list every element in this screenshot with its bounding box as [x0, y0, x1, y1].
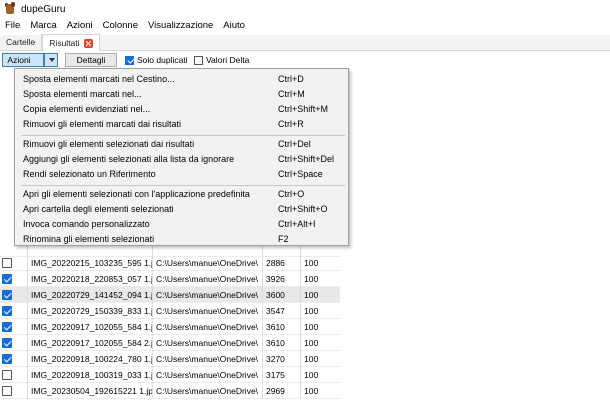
menu-item-open-default-app[interactable]: Apri gli elementi selezionati con l'appl…	[23, 187, 343, 201]
menu-item-add-to-ignore-list[interactable]: Aggiungi gli elementi selezionati alla l…	[23, 152, 343, 166]
match-score: 100	[304, 353, 319, 364]
table-row[interactable]: IMG_20220917_102055_584 2.jpg C:\Users\m…	[0, 334, 340, 351]
table-row[interactable]: IMG_20220918_100224_780 1.jpg C:\Users\m…	[0, 350, 340, 367]
menu-file[interactable]: File	[0, 18, 25, 34]
row-checkbox[interactable]	[2, 289, 12, 300]
menu-visualizzazione[interactable]: Visualizzazione	[143, 18, 218, 34]
file-path: C:\Users\manue\OneDrive\	[153, 302, 263, 319]
table-row[interactable]: IMG_20220918_100319_033 1.jpg C:\Users\m…	[0, 366, 340, 383]
tab-bar: Cartelle Risultati	[0, 34, 610, 51]
azioni-dropdown-menu: Sposta elementi marcati nel Cestino... C…	[14, 68, 349, 246]
close-icon[interactable]	[83, 38, 93, 48]
file-size: 3270	[263, 350, 301, 367]
match-score: 100	[304, 289, 319, 300]
row-checkbox[interactable]	[2, 353, 12, 364]
match-score: 100	[304, 337, 319, 348]
tab-risultati[interactable]: Risultati	[42, 34, 100, 51]
solo-duplicati-checkbox[interactable]	[125, 55, 134, 65]
match-score: 100	[304, 257, 319, 268]
file-size: 2969	[263, 382, 301, 399]
file-name: IMG_20220729_141452_094 1.jpg	[28, 286, 153, 303]
row-checkbox[interactable]	[2, 321, 12, 332]
table-row[interactable]: IMG_20220729_141452_094 1.jpg C:\Users\m…	[0, 286, 340, 303]
window-title: dupeGuru	[21, 3, 66, 15]
file-size: 3175	[263, 366, 301, 383]
file-name: IMG_20220918_100319_033 1.jpg	[28, 366, 153, 383]
valori-delta-toggle[interactable]: Valori Delta	[194, 55, 249, 65]
dettagli-button[interactable]: Dettagli	[65, 53, 117, 67]
file-name: IMG_20230504_192615221 1.jpg	[28, 382, 153, 399]
match-score: 100	[304, 305, 319, 316]
match-score: 100	[304, 385, 319, 396]
menu-azioni[interactable]: Azioni	[62, 18, 98, 34]
menu-separator	[21, 185, 345, 186]
menu-item-copy-to[interactable]: Copia elementi evidenziati nel... Ctrl+S…	[23, 102, 343, 116]
table-row[interactable]: IMG_20230504_192615221 1.jpg C:\Users\ma…	[0, 382, 340, 399]
dettagli-button-label: Dettagli	[76, 55, 106, 65]
file-size: 3610	[263, 318, 301, 335]
row-checkbox[interactable]	[2, 273, 12, 284]
file-size: 3547	[263, 302, 301, 319]
file-name: IMG_20220918_100224_780 1.jpg	[28, 350, 153, 367]
tab-cartelle-label: Cartelle	[6, 37, 36, 47]
file-name: IMG_20220917_102055_584 1.jpg	[28, 318, 153, 335]
menu-item-move-to-trash[interactable]: Sposta elementi marcati nel Cestino... C…	[23, 72, 343, 86]
file-name: IMG_20220215_103235_595 1.jpg	[28, 254, 153, 271]
azioni-button[interactable]: Azioni	[2, 53, 44, 67]
match-score: 100	[304, 273, 319, 284]
file-name: IMG_20220729_150339_833 1.jpg	[28, 302, 153, 319]
menu-item-make-reference[interactable]: Rendi selezionato un Riferimento Ctrl+Sp…	[23, 167, 343, 181]
row-checkbox[interactable]	[2, 305, 12, 316]
file-path: C:\Users\manue\OneDrive\	[153, 382, 263, 399]
table-row[interactable]: IMG_20220215_103235_595 1.jpg C:\Users\m…	[0, 254, 340, 271]
file-size: 2886	[263, 254, 301, 271]
row-checkbox[interactable]	[2, 337, 12, 348]
menu-item-remove-marked[interactable]: Rimuovi gli elementi marcati dai risulta…	[23, 117, 343, 131]
valori-delta-checkbox[interactable]	[194, 55, 203, 65]
file-path: C:\Users\manue\OneDrive\	[153, 270, 263, 287]
match-score: 100	[304, 321, 319, 332]
file-name: IMG_20220917_102055_584 2.jpg	[28, 334, 153, 351]
file-name: IMG_20220218_220853_057 1.jpg	[28, 270, 153, 287]
menu-item-remove-selected[interactable]: Rimuovi gli elementi selezionati dai ris…	[23, 137, 343, 151]
toolbar: Azioni Dettagli Solo duplicati Valori De…	[0, 52, 610, 68]
table-row[interactable]: IMG_20220729_150339_833 1.jpg C:\Users\m…	[0, 302, 340, 319]
solo-duplicati-label: Solo duplicati	[137, 55, 188, 65]
chevron-down-icon[interactable]	[44, 53, 58, 67]
dupeguru-logo-icon	[3, 2, 17, 16]
row-checkbox[interactable]	[2, 385, 12, 396]
file-path: C:\Users\manue\OneDrive\	[153, 334, 263, 351]
file-size: 3926	[263, 270, 301, 287]
file-size: 3600	[263, 286, 301, 303]
tab-risultati-label: Risultati	[49, 38, 80, 48]
file-path: C:\Users\manue\OneDrive\	[153, 366, 263, 383]
tab-cartelle[interactable]: Cartelle	[0, 34, 43, 50]
file-path: C:\Users\manue\OneDrive\	[153, 286, 263, 303]
menu-colonne[interactable]: Colonne	[98, 18, 143, 34]
file-path: C:\Users\manue\OneDrive\	[153, 254, 263, 271]
file-path: C:\Users\manue\OneDrive\	[153, 318, 263, 335]
menu-separator	[21, 135, 345, 136]
menu-marca[interactable]: Marca	[25, 18, 61, 34]
title-bar: dupeGuru	[0, 0, 610, 18]
row-checkbox[interactable]	[2, 369, 12, 380]
table-row[interactable]: IMG_20220218_220853_057 1.jpg C:\Users\m…	[0, 270, 340, 287]
menu-item-open-folder[interactable]: Apri cartella degli elementi selezionati…	[23, 202, 343, 216]
file-size: 3610	[263, 334, 301, 351]
file-path: C:\Users\manue\OneDrive\	[153, 350, 263, 367]
menu-bar: File Marca Azioni Colonne Visualizzazion…	[0, 18, 610, 34]
row-checkbox[interactable]	[2, 257, 12, 268]
valori-delta-label: Valori Delta	[206, 55, 250, 65]
menu-item-move-to[interactable]: Sposta elementi marcati nel... Ctrl+M	[23, 87, 343, 101]
match-score: 100	[304, 369, 319, 380]
menu-aiuto[interactable]: Aiuto	[218, 18, 250, 34]
menu-item-custom-command[interactable]: Invoca comando personalizzato Ctrl+Alt+I	[23, 217, 343, 231]
azioni-button-label: Azioni	[7, 55, 31, 65]
table-row[interactable]: IMG_20220917_102055_584 1.jpg C:\Users\m…	[0, 318, 340, 335]
solo-duplicati-toggle[interactable]: Solo duplicati	[125, 55, 188, 65]
menu-item-rename[interactable]: Rinomina gli elementi selezionati F2	[23, 232, 343, 246]
